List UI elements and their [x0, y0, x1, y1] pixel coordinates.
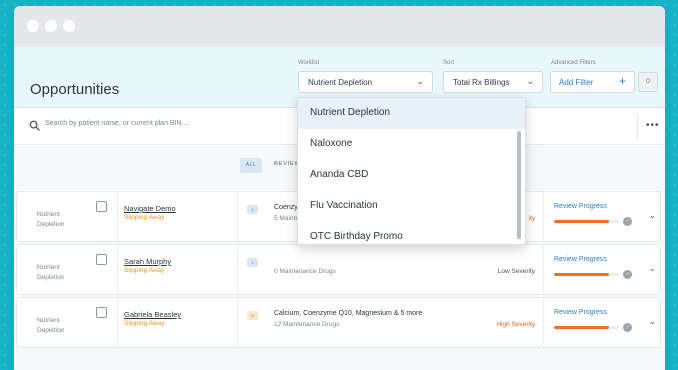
- severity-label: High Severity: [496, 321, 535, 328]
- divider: [237, 192, 238, 241]
- add-filter-button[interactable]: Add Filter +: [550, 71, 635, 93]
- dropdown-option-nutrient-depletion[interactable]: Nutrient Depletion: [298, 98, 525, 129]
- add-filter-label: Add Filter: [559, 78, 594, 87]
- window-titlebar: [14, 6, 665, 47]
- patient-name-link[interactable]: Sarah Murphy: [124, 257, 171, 266]
- dropdown-option-flu-vaccination[interactable]: Flu Vaccination: [298, 191, 525, 222]
- patient-status: Slipping Away: [124, 320, 165, 327]
- chevron-down-icon: ⌄: [416, 76, 424, 86]
- more-options-icon[interactable]: •••: [646, 120, 660, 131]
- dropdown-scrollbar[interactable]: [517, 131, 521, 239]
- divider: [543, 298, 544, 347]
- advanced-filters-label: Advanced Filters: [551, 60, 596, 66]
- divider: [637, 114, 638, 139]
- window-close-dot[interactable]: [27, 20, 39, 32]
- divider: [543, 192, 544, 241]
- chevron-down-icon[interactable]: ⌄: [649, 264, 656, 273]
- chevron-down-icon[interactable]: ⌄: [649, 317, 656, 326]
- table-row[interactable]: Nutrient Depletion Sarah Murphy Slipping…: [16, 244, 661, 295]
- plus-icon: +: [618, 74, 626, 88]
- row-checkbox[interactable]: [96, 307, 107, 318]
- row-checkbox[interactable]: [96, 201, 107, 212]
- review-progress-link[interactable]: Review Progress: [554, 309, 607, 316]
- dropdown-option-ananda-cbd[interactable]: Ananda CBD: [298, 160, 525, 191]
- drugs-count: 5 Mainte: [274, 215, 299, 222]
- chevron-down-icon[interactable]: ⌄: [649, 211, 656, 220]
- minus-icon[interactable]: −: [623, 270, 632, 279]
- window-maximize-dot[interactable]: [63, 20, 75, 32]
- divider: [117, 192, 118, 241]
- worklist-label: Worklist: [298, 60, 320, 66]
- divider: [117, 298, 118, 347]
- patient-status: Slipping Away: [124, 267, 165, 274]
- row-worklist: Nutrient Depletion: [37, 264, 65, 281]
- worklist-select[interactable]: Nutrient Depletion ⌄: [298, 71, 433, 93]
- count-badge: 1: [247, 258, 258, 267]
- dropdown-option-naloxone[interactable]: Naloxone: [298, 129, 525, 160]
- minus-icon[interactable]: −: [623, 323, 632, 332]
- chevron-down-icon: ⌄: [526, 76, 534, 86]
- sort-select[interactable]: Total Rx Billings ⌄: [443, 71, 543, 93]
- patient-status: Slipping Away: [124, 214, 165, 221]
- patient-name-link[interactable]: Gabriela Beasley: [124, 310, 181, 319]
- count-badge: III: [247, 311, 258, 320]
- drugs-count: 0 Maintenance Drugs: [274, 268, 336, 275]
- tab-all[interactable]: ALL: [240, 158, 262, 173]
- page-title: Opportunities: [30, 81, 120, 98]
- sort-select-value: Total Rx Billings: [453, 78, 510, 87]
- row-checkbox[interactable]: [96, 254, 107, 265]
- minus-icon[interactable]: −: [623, 217, 632, 226]
- drugs-count: 12 Maintenance Drugs: [274, 321, 340, 328]
- search-input[interactable]: Search by patient name, or current plan …: [45, 120, 189, 127]
- row-worklist: Nutrient Depletion: [37, 317, 65, 334]
- progress-bar: [554, 326, 619, 329]
- divider: [237, 298, 238, 347]
- progress-bar: [554, 273, 619, 276]
- worklist-select-value: Nutrient Depletion: [308, 78, 373, 87]
- severity-label: Low Severity: [497, 268, 535, 275]
- review-progress-link[interactable]: Review Progress: [554, 203, 607, 210]
- severity-label: ity: [528, 215, 536, 222]
- divider: [543, 245, 544, 294]
- divider: [237, 245, 238, 294]
- divider: [117, 245, 118, 294]
- review-progress-link[interactable]: Review Progress: [554, 256, 607, 263]
- window-minimize-dot[interactable]: [45, 20, 57, 32]
- drugs-title: Coenzy: [274, 204, 298, 211]
- progress-bar: [554, 220, 619, 223]
- worklist-dropdown-menu: Nutrient Depletion Naloxone Ananda CBD F…: [297, 97, 526, 245]
- drugs-title: Calcium, Coenzyme Q10, Magnesium & 5 mor…: [274, 310, 423, 317]
- filter-count-badge: 0: [638, 72, 658, 92]
- dropdown-option-otc-birthday-promo[interactable]: OTC Birthday Promo: [298, 222, 525, 244]
- patient-name-link[interactable]: Navigate Demo: [124, 204, 176, 213]
- count-badge: 1: [247, 205, 258, 214]
- search-icon: [29, 120, 40, 131]
- sort-label: Sort: [443, 60, 455, 66]
- table-row[interactable]: Nutrient Depletion Gabriela Beasley Slip…: [16, 297, 661, 348]
- row-worklist: Nutrient Depletion: [37, 211, 65, 228]
